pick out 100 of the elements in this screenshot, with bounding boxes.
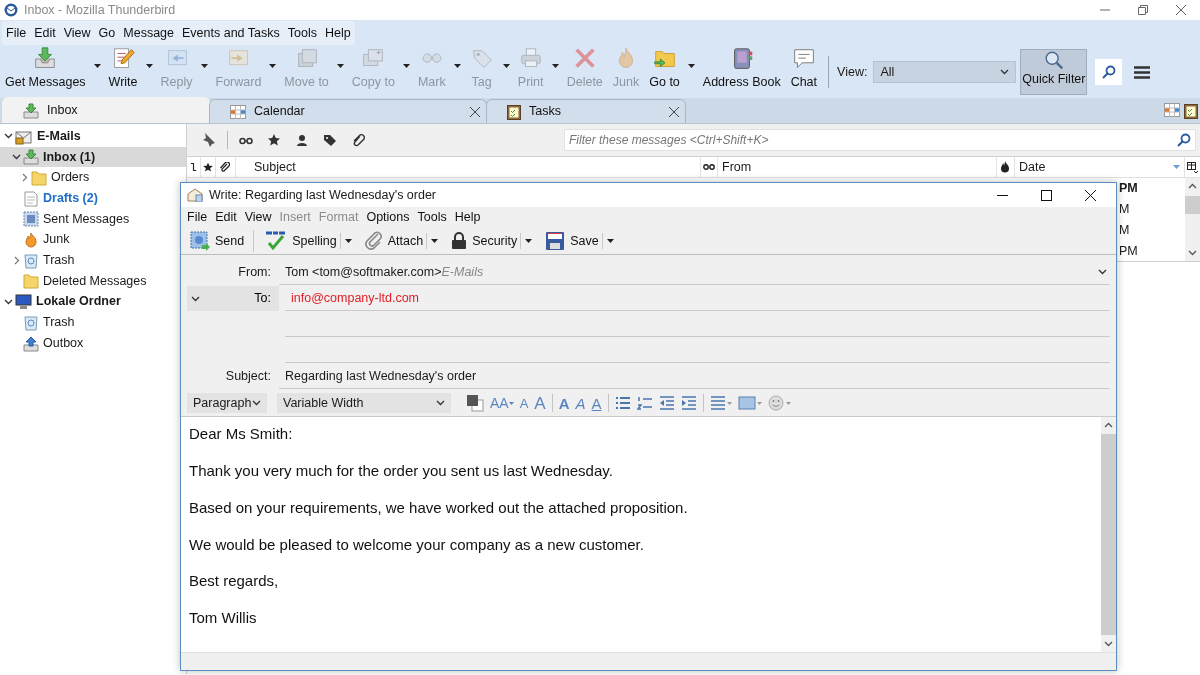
menu-button[interactable] [1134, 65, 1151, 79]
menu-item[interactable]: File [2, 20, 31, 46]
chevron-down-icon [1000, 69, 1010, 75]
close-icon [1176, 5, 1186, 15]
check-mark-icon [265, 231, 288, 252]
toolbar-button[interactable]: Go to [644, 46, 685, 98]
subject-field[interactable]: Regarding last Wednesday's order [279, 364, 1110, 390]
menu-item[interactable]: Tools [283, 20, 321, 46]
folder-item[interactable]: Junk [0, 229, 186, 251]
chevron-down-icon [1098, 269, 1107, 276]
caret-icon [525, 239, 533, 244]
body-paragraph: Tom Willis [189, 608, 258, 629]
align-icon [709, 396, 732, 411]
scrollbar[interactable] [1185, 178, 1200, 261]
field-label: From: [237, 264, 272, 282]
menu-item[interactable]: Edit [211, 207, 241, 229]
font-select[interactable]: Variable Width [277, 393, 451, 414]
chevron-down-icon [12, 154, 21, 161]
stamp-icon [23, 211, 39, 228]
tab[interactable]: Inbox [2, 97, 210, 123]
caret-icon [269, 64, 277, 68]
menu-item[interactable]: Events and Tasks [178, 20, 284, 46]
toolbar-button[interactable]: Attach [361, 231, 427, 252]
tag-icon [323, 133, 337, 147]
toolbar-button[interactable]: Address Book [697, 46, 786, 98]
folder-item[interactable]: Trash [0, 312, 186, 333]
calendar-icon [1164, 102, 1180, 117]
filter-field[interactable]: Filter these messages <Ctrl+Shift+K> [564, 129, 1196, 151]
scroll-down-icon [1188, 250, 1197, 256]
menu-item[interactable]: Options [362, 207, 414, 229]
close-icon [470, 106, 480, 117]
menu-item[interactable]: View [240, 207, 276, 229]
menu-item[interactable]: Help [450, 207, 485, 229]
caret-icon [145, 64, 153, 68]
toolbar-button[interactable]: Chat [785, 46, 823, 98]
caret-icon [687, 64, 695, 68]
close-icon [669, 106, 679, 117]
padlock-icon [451, 232, 468, 251]
person-icon [295, 133, 309, 147]
menu-item[interactable]: Message [119, 20, 178, 46]
toolbar-button[interactable]: Security [448, 231, 521, 251]
sort-caret-icon [1173, 165, 1180, 169]
scrollbar-thumb[interactable] [1185, 196, 1200, 214]
smiley-icon [767, 395, 792, 412]
toolbar-button[interactable]: Spelling [262, 231, 340, 252]
folder-item[interactable]: Orders [0, 167, 186, 189]
toolbar-button[interactable]: Send [187, 231, 248, 252]
envelope-lock-icon [15, 128, 33, 145]
menu-item[interactable]: Go [94, 20, 120, 46]
folder-item[interactable]: Drafts (2) [0, 188, 186, 209]
folder-item[interactable]: Inbox (1) [0, 146, 186, 168]
toolbar-button[interactable]: Save [542, 231, 602, 252]
caret-icon [344, 239, 352, 244]
thread-icon [190, 162, 197, 172]
menu-item[interactable]: Edit [30, 20, 60, 46]
folder-item[interactable]: Sent Messages [0, 208, 186, 230]
search-button[interactable] [1095, 59, 1123, 85]
menu-item[interactable]: Tools [413, 207, 451, 229]
column-header[interactable]: Subject [236, 157, 701, 177]
search-icon [1177, 133, 1191, 147]
menu-item[interactable]: File [183, 207, 212, 229]
caret-icon [431, 239, 439, 244]
paperclip-icon [219, 161, 230, 173]
chevron-right-icon [21, 173, 28, 183]
recipient-type-select[interactable]: To: [187, 286, 279, 312]
clipboard-icon [507, 103, 521, 120]
tab[interactable]: Tasks [486, 99, 686, 123]
menu-item[interactable]: View [59, 20, 95, 46]
from-select[interactable]: Tom <tom@softmaker.com>E-Mails [279, 260, 1110, 286]
caret-icon [606, 239, 614, 244]
recipient-field[interactable]: info@company-ltd.com [285, 286, 1110, 312]
flame-icon [1000, 161, 1010, 173]
toolbar-button[interactable]: Get Messages [0, 46, 91, 98]
download-tray-icon [23, 149, 39, 166]
color-swatch-icon [466, 394, 484, 413]
star-column-header[interactable] [201, 157, 216, 177]
scroll-up-icon [1188, 183, 1197, 189]
view-select[interactable]: All [873, 61, 1017, 83]
scroll-up-icon [1104, 422, 1113, 429]
read-column-header[interactable] [701, 157, 718, 177]
column-picker-icon [1187, 161, 1198, 173]
quick-filter-button[interactable]: Quick Filter [1020, 49, 1088, 95]
menu-item[interactable]: Help [320, 20, 355, 46]
folder-item[interactable]: Deleted Messages [0, 270, 186, 292]
column-header[interactable]: Date [1015, 157, 1185, 177]
close-icon [1084, 189, 1096, 201]
caret-icon [453, 64, 461, 68]
tab[interactable]: Calendar [209, 99, 487, 123]
search-icon [1101, 65, 1116, 79]
folder-item[interactable]: E-Mails [0, 126, 186, 147]
restore-icon [1138, 5, 1148, 15]
caret-icon [336, 64, 344, 68]
flame-icon [23, 232, 39, 249]
paragraph-select[interactable]: Paragraph [187, 393, 267, 414]
folder-item[interactable]: Lokale Ordner [0, 291, 186, 313]
folder-item[interactable]: Outbox [0, 332, 186, 354]
column-header[interactable]: From [718, 157, 997, 177]
caret-icon [93, 64, 101, 68]
scroll-down-icon [1104, 640, 1113, 647]
folder-item[interactable]: Trash [0, 250, 186, 271]
